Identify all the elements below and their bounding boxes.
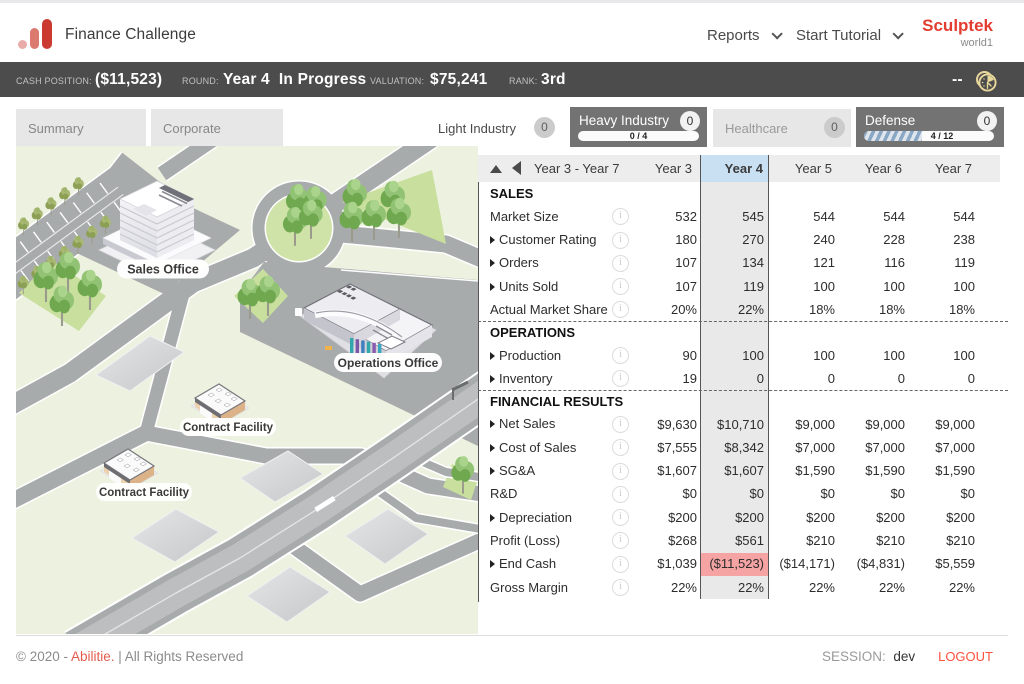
svg-text:Operations Office: Operations Office <box>338 356 439 370</box>
svg-text:Contract Facility: Contract Facility <box>183 422 274 434</box>
svg-text:Sales Office: Sales Office <box>127 263 199 277</box>
svg-text:Contract Facility: Contract Facility <box>99 487 190 499</box>
